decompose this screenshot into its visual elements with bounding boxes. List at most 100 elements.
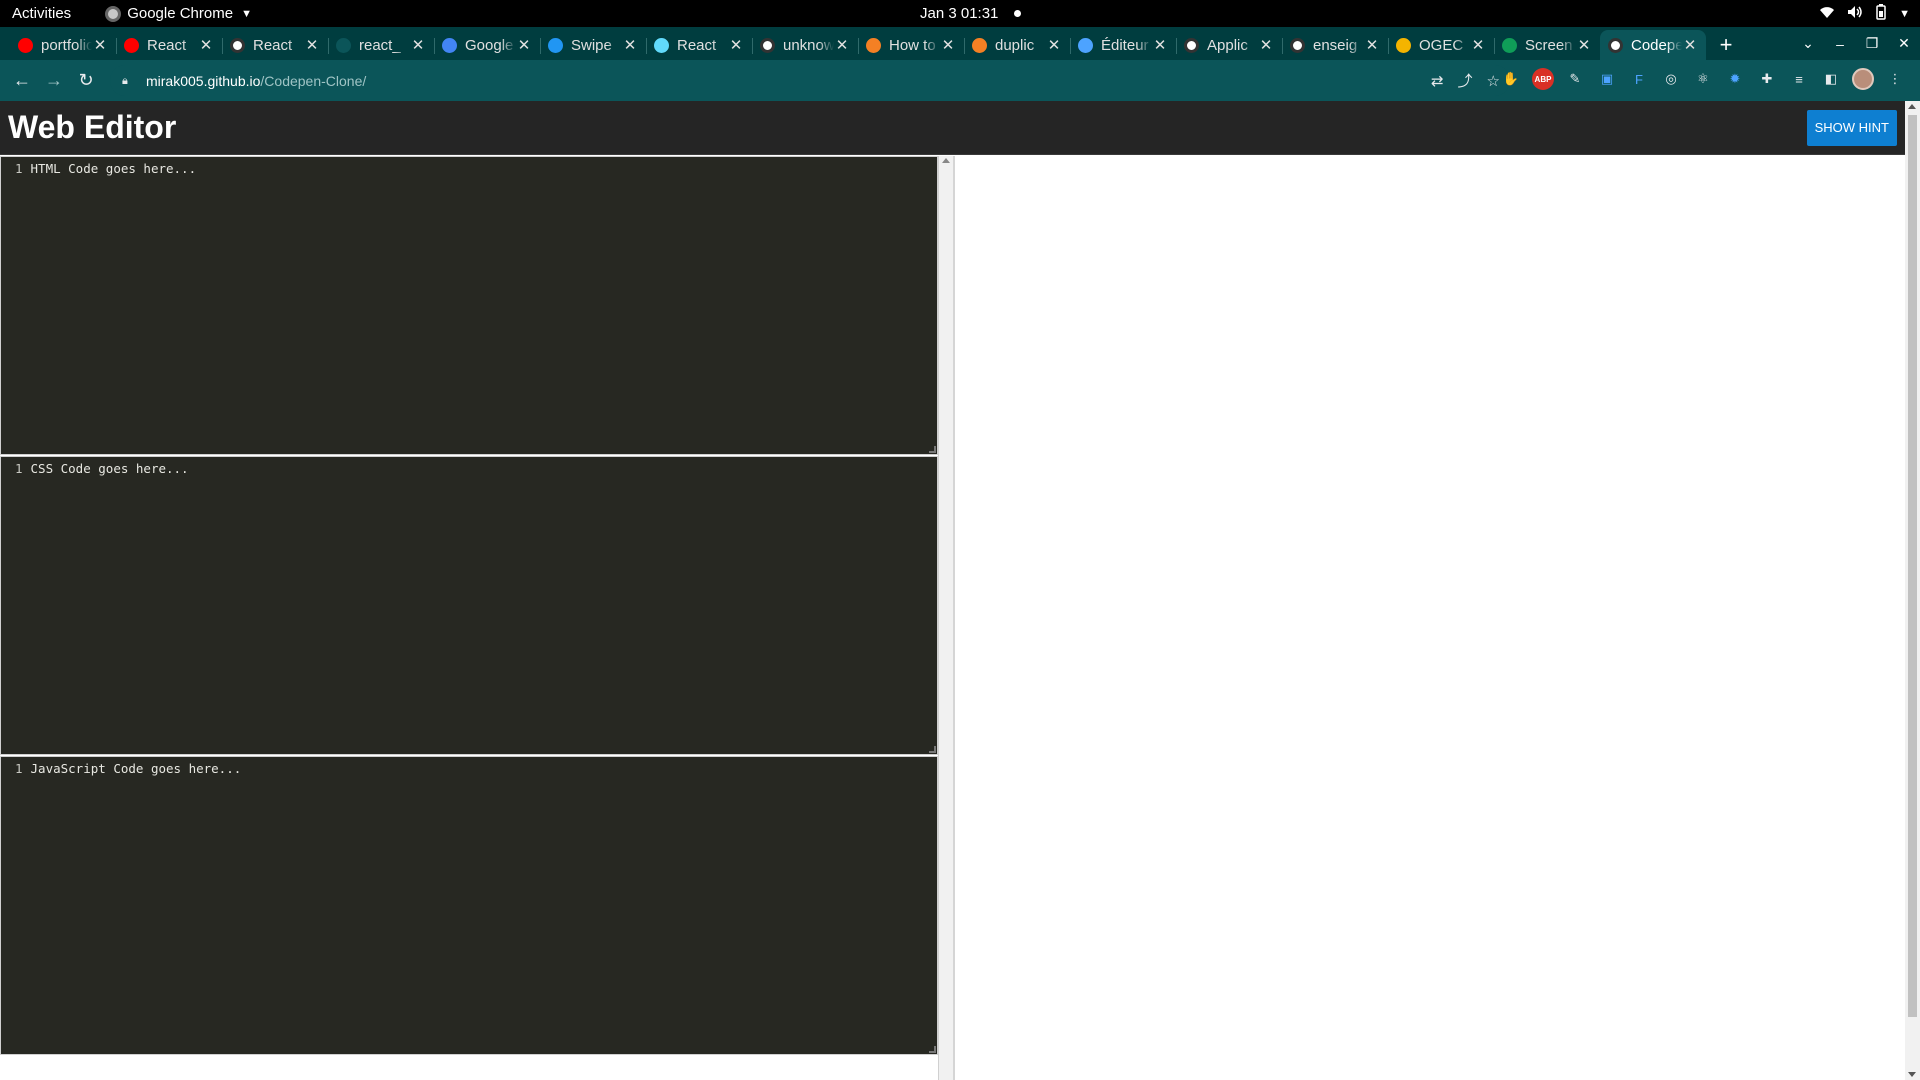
back-icon[interactable]: ← bbox=[6, 65, 38, 97]
scroll-down-icon[interactable] bbox=[1908, 1072, 1916, 1077]
cv-icon bbox=[1078, 37, 1093, 53]
new-tab-icon[interactable]: + bbox=[1706, 30, 1746, 60]
html-editor[interactable]: 1 HTML Code goes here... bbox=[0, 156, 938, 455]
page-title: Web Editor bbox=[8, 109, 177, 145]
extension-gear-icon[interactable]: ✹ bbox=[1724, 68, 1746, 90]
translate-icon[interactable]: ⇄ bbox=[1431, 72, 1444, 90]
stackoverflow-icon bbox=[866, 37, 881, 53]
tab-close-icon[interactable]: ✕ bbox=[1682, 36, 1698, 54]
tab-strip: portfolio ✕ React ✕ React ✕ react_ ✕ Google ✕ Swip… bbox=[0, 27, 1920, 60]
extension-target-icon[interactable]: ◎ bbox=[1660, 68, 1682, 90]
browser-tab[interactable]: portfolio ✕ bbox=[10, 30, 116, 60]
tab-close-icon[interactable]: ✕ bbox=[92, 36, 108, 54]
url-path: /Codepen-Clone/ bbox=[260, 72, 367, 89]
youtube-icon bbox=[18, 37, 33, 53]
browser-tab[interactable]: Éditeur ✕ bbox=[1070, 30, 1176, 60]
browser-tab[interactable]: React ✕ bbox=[116, 30, 222, 60]
github-icon bbox=[230, 37, 245, 53]
scroll-up-icon[interactable] bbox=[1908, 104, 1916, 109]
close-window-icon[interactable]: ✕ bbox=[1888, 35, 1920, 52]
browser-tab[interactable]: react_ ✕ bbox=[328, 30, 434, 60]
chevron-down-icon: ▼ bbox=[241, 7, 252, 20]
resize-handle-icon[interactable] bbox=[929, 746, 936, 753]
system-status-area[interactable]: ▼ bbox=[1819, 4, 1910, 23]
adblock-plus-icon[interactable]: ABP bbox=[1532, 68, 1554, 90]
editor-scrollbar[interactable] bbox=[938, 156, 953, 1080]
chart-icon bbox=[1396, 37, 1411, 53]
reload-icon[interactable]: ↻ bbox=[70, 65, 102, 97]
browser-tab[interactable]: Applic ✕ bbox=[1176, 30, 1282, 60]
clock[interactable]: Jan 3 01:31 bbox=[920, 5, 998, 22]
show-hint-button[interactable]: SHOW HINT bbox=[1806, 109, 1897, 146]
bookmark-star-icon[interactable]: ☆ bbox=[1487, 72, 1500, 90]
browser-tab[interactable]: How to ✕ bbox=[858, 30, 964, 60]
tab-title: React bbox=[677, 36, 717, 54]
system-top-bar: Activities Google Chrome ▼ Jan 3 01:31 ▼ bbox=[0, 0, 1920, 27]
tab-close-icon[interactable]: ✕ bbox=[834, 36, 850, 54]
editor-line: 1 CSS Code goes here... bbox=[15, 461, 189, 476]
browser-tab[interactable]: Swipe ✕ bbox=[540, 30, 646, 60]
tab-close-icon[interactable]: ✕ bbox=[1152, 36, 1168, 54]
browser-tab[interactable]: React ✕ bbox=[222, 30, 328, 60]
tab-close-icon[interactable]: ✕ bbox=[516, 36, 532, 54]
extensions-puzzle-icon[interactable]: ✚ bbox=[1756, 68, 1778, 90]
extension-hand-icon[interactable]: ✋ bbox=[1500, 68, 1522, 90]
tab-title: enseig bbox=[1313, 36, 1358, 54]
forward-icon[interactable]: → bbox=[38, 65, 70, 97]
app-header: Web Editor SHOW HINT bbox=[0, 101, 1920, 155]
extension-f-icon[interactable]: F bbox=[1628, 68, 1650, 90]
tab-close-icon[interactable]: ✕ bbox=[1364, 36, 1380, 54]
google-translate-icon bbox=[442, 37, 457, 53]
tab-close-icon[interactable]: ✕ bbox=[1576, 36, 1592, 54]
tab-close-icon[interactable]: ✕ bbox=[1258, 36, 1274, 54]
lock-icon[interactable]: 🔒︎ bbox=[122, 75, 132, 87]
browser-tab[interactable]: Screen ✕ bbox=[1494, 30, 1600, 60]
editor-line: 1 HTML Code goes here... bbox=[15, 161, 196, 176]
extension-translate-icon[interactable]: ▣ bbox=[1596, 68, 1618, 90]
tab-title: Codepen bbox=[1631, 36, 1682, 54]
tab-close-icon[interactable]: ✕ bbox=[940, 36, 956, 54]
tab-close-icon[interactable]: ✕ bbox=[1470, 36, 1486, 54]
browser-tab[interactable]: Google ✕ bbox=[434, 30, 540, 60]
share-icon[interactable]: ⤴ bbox=[1458, 70, 1473, 91]
resize-handle-icon[interactable] bbox=[929, 1046, 936, 1053]
page-scrollbar[interactable] bbox=[1905, 101, 1920, 1080]
tab-close-icon[interactable]: ✕ bbox=[410, 36, 426, 54]
side-panel-icon[interactable]: ◧ bbox=[1820, 68, 1842, 90]
react-devtools-icon[interactable]: ⚛ bbox=[1692, 68, 1714, 90]
github-icon bbox=[1608, 37, 1623, 53]
line-number: 1 bbox=[15, 461, 23, 476]
restore-icon[interactable]: ❐ bbox=[1856, 35, 1888, 52]
tab-search-icon[interactable]: ⌄ bbox=[1792, 35, 1824, 52]
minimize-icon[interactable]: – bbox=[1824, 36, 1856, 52]
profile-avatar[interactable] bbox=[1852, 68, 1874, 90]
kebab-menu-icon[interactable]: ⋮ bbox=[1884, 68, 1906, 90]
scroll-up-icon[interactable] bbox=[942, 158, 950, 163]
browser-tab[interactable]: React ✕ bbox=[646, 30, 752, 60]
tab-close-icon[interactable]: ✕ bbox=[1046, 36, 1062, 54]
browser-tab[interactable]: OGEC ✕ bbox=[1388, 30, 1494, 60]
activities-button[interactable]: Activities bbox=[12, 5, 71, 22]
extensions-area: ✋ ABP ✎ ▣ F ◎ ⚛ ✹ ✚ ≡ ◧ ⋮ bbox=[1500, 68, 1906, 90]
address-bar[interactable]: 🔒︎ mirak005.github.io/Codepen-Clone/ ⇄ ⤴… bbox=[110, 65, 1510, 96]
js-placeholder: JavaScript Code goes here... bbox=[30, 761, 242, 776]
extension-pen-icon[interactable]: ✎ bbox=[1564, 68, 1586, 90]
browser-tab[interactable]: duplic ✕ bbox=[964, 30, 1070, 60]
app-menu[interactable]: Google Chrome ▼ bbox=[105, 5, 252, 22]
css-editor[interactable]: 1 CSS Code goes here... bbox=[0, 456, 938, 755]
js-editor[interactable]: 1 JavaScript Code goes here... bbox=[0, 756, 938, 1055]
tab-title: duplic bbox=[995, 36, 1035, 54]
tab-close-icon[interactable]: ✕ bbox=[622, 36, 638, 54]
tab-close-icon[interactable]: ✕ bbox=[304, 36, 320, 54]
chrome-icon bbox=[105, 5, 122, 22]
tab-close-icon[interactable]: ✕ bbox=[198, 36, 214, 54]
scrollbar-thumb[interactable] bbox=[1908, 115, 1917, 1017]
browser-tab[interactable]: enseig ✕ bbox=[1282, 30, 1388, 60]
browser-tab[interactable]: Codepen✕ bbox=[1600, 30, 1706, 60]
reading-list-icon[interactable]: ≡ bbox=[1788, 68, 1810, 90]
tab-title: Google bbox=[465, 36, 514, 54]
browser-tab[interactable]: unknown✕ bbox=[752, 30, 858, 60]
tab-close-icon[interactable]: ✕ bbox=[728, 36, 744, 54]
resize-handle-icon[interactable] bbox=[929, 446, 936, 453]
window-controls: ⌄ – ❐ ✕ bbox=[1792, 27, 1920, 60]
